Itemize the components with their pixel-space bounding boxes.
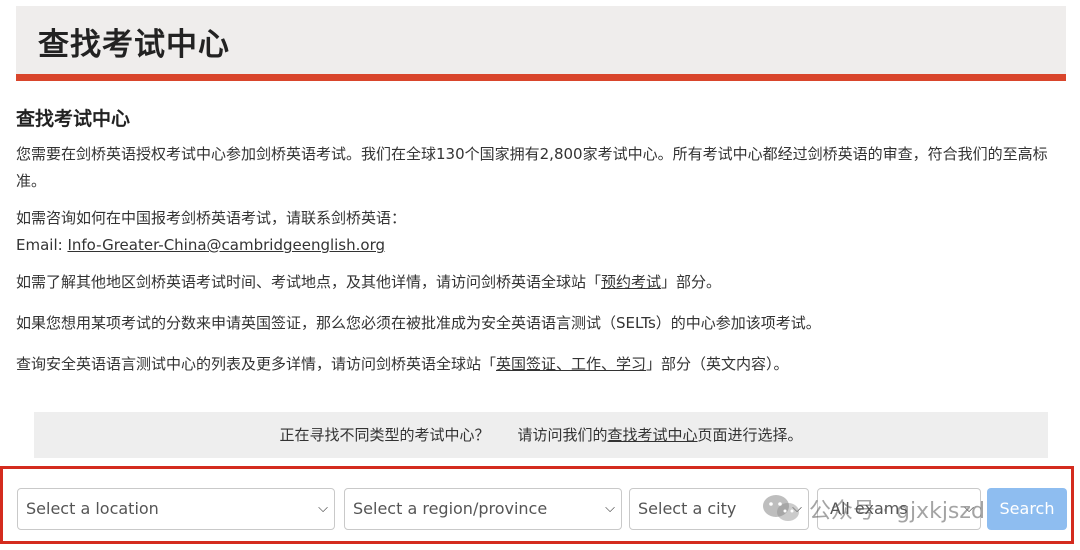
section-heading: 查找考试中心 (16, 108, 131, 130)
exam-select-value: All exams (830, 499, 908, 518)
location-select-value: Select a location (26, 499, 159, 518)
booking-link[interactable]: 预约考试 (601, 273, 661, 291)
chevron-down-icon: ⌵ (318, 501, 328, 516)
find-centre-link[interactable]: 查找考试中心 (608, 426, 698, 444)
contact-text: 如需咨询如何在中国报考剑桥英语考试，请联系剑桥英语： (16, 209, 407, 227)
city-select-value: Select a city (638, 499, 737, 518)
visa-link[interactable]: 英国签证、工作、学习 (496, 355, 646, 373)
search-form: Select a location ⌵ Select a region/prov… (0, 466, 1074, 544)
visa-paragraph: 查询安全英语语言测试中心的列表及更多详情，请访问剑桥英语全球站「英国签证、工作、… (16, 351, 1068, 378)
email-link[interactable]: Info-Greater-China@cambridgeenglish.org (67, 236, 385, 254)
region-select[interactable]: Select a region/province ⌵ (344, 488, 622, 530)
page-title: 查找考试中心 (38, 27, 230, 63)
selt-paragraph: 如果您想用某项考试的分数来申请英国签证，那么您必须在被批准成为安全英语语言测试（… (16, 314, 821, 332)
notice-text-end: 页面进行选择。 (697, 426, 803, 444)
notice-banner: 正在寻找不同类型的考试中心？ 请访问我们的查找考试中心页面进行选择。 (34, 412, 1048, 458)
contact-paragraph: 如需咨询如何在中国报考剑桥英语考试，请联系剑桥英语： Email: Info-G… (16, 205, 1068, 259)
notice-question: 正在寻找不同类型的考试中心？ (279, 426, 490, 444)
main-content: 查找考试中心 您需要在剑桥英语授权考试中心参加剑桥英语考试。我们在全球130个国… (16, 104, 1068, 378)
notice-text: 请访问我们的 (517, 426, 608, 444)
booking-text: 如需了解其他地区剑桥英语考试时间、考试地点，及其他详情，请访问剑桥英语全球站「 (16, 273, 602, 291)
visa-text: 查询安全英语语言测试中心的列表及更多详情，请访问剑桥英语全球站「 (16, 355, 497, 373)
booking-paragraph: 如需了解其他地区剑桥英语考试时间、考试地点，及其他详情，请访问剑桥英语全球站「预… (16, 269, 1068, 296)
location-select[interactable]: Select a location ⌵ (17, 488, 335, 530)
search-button[interactable]: Search (987, 488, 1067, 530)
region-select-value: Select a region/province (353, 499, 548, 518)
email-label: Email: (16, 236, 68, 254)
chevron-down-icon: ⌵ (792, 501, 802, 516)
intro-paragraph: 您需要在剑桥英语授权考试中心参加剑桥英语考试。我们在全球130个国家拥有2,80… (16, 145, 1048, 190)
city-select[interactable]: Select a city ⌵ (629, 488, 809, 530)
visa-text-end: 」部分（英文内容）。 (646, 355, 789, 373)
booking-text-end: 」部分。 (661, 273, 722, 291)
page-header: 查找考试中心 (16, 6, 1066, 81)
chevron-down-icon: ⌵ (605, 501, 615, 516)
chevron-down-icon: ⌵ (964, 501, 974, 516)
exam-select[interactable]: All exams ⌵ (817, 488, 981, 530)
